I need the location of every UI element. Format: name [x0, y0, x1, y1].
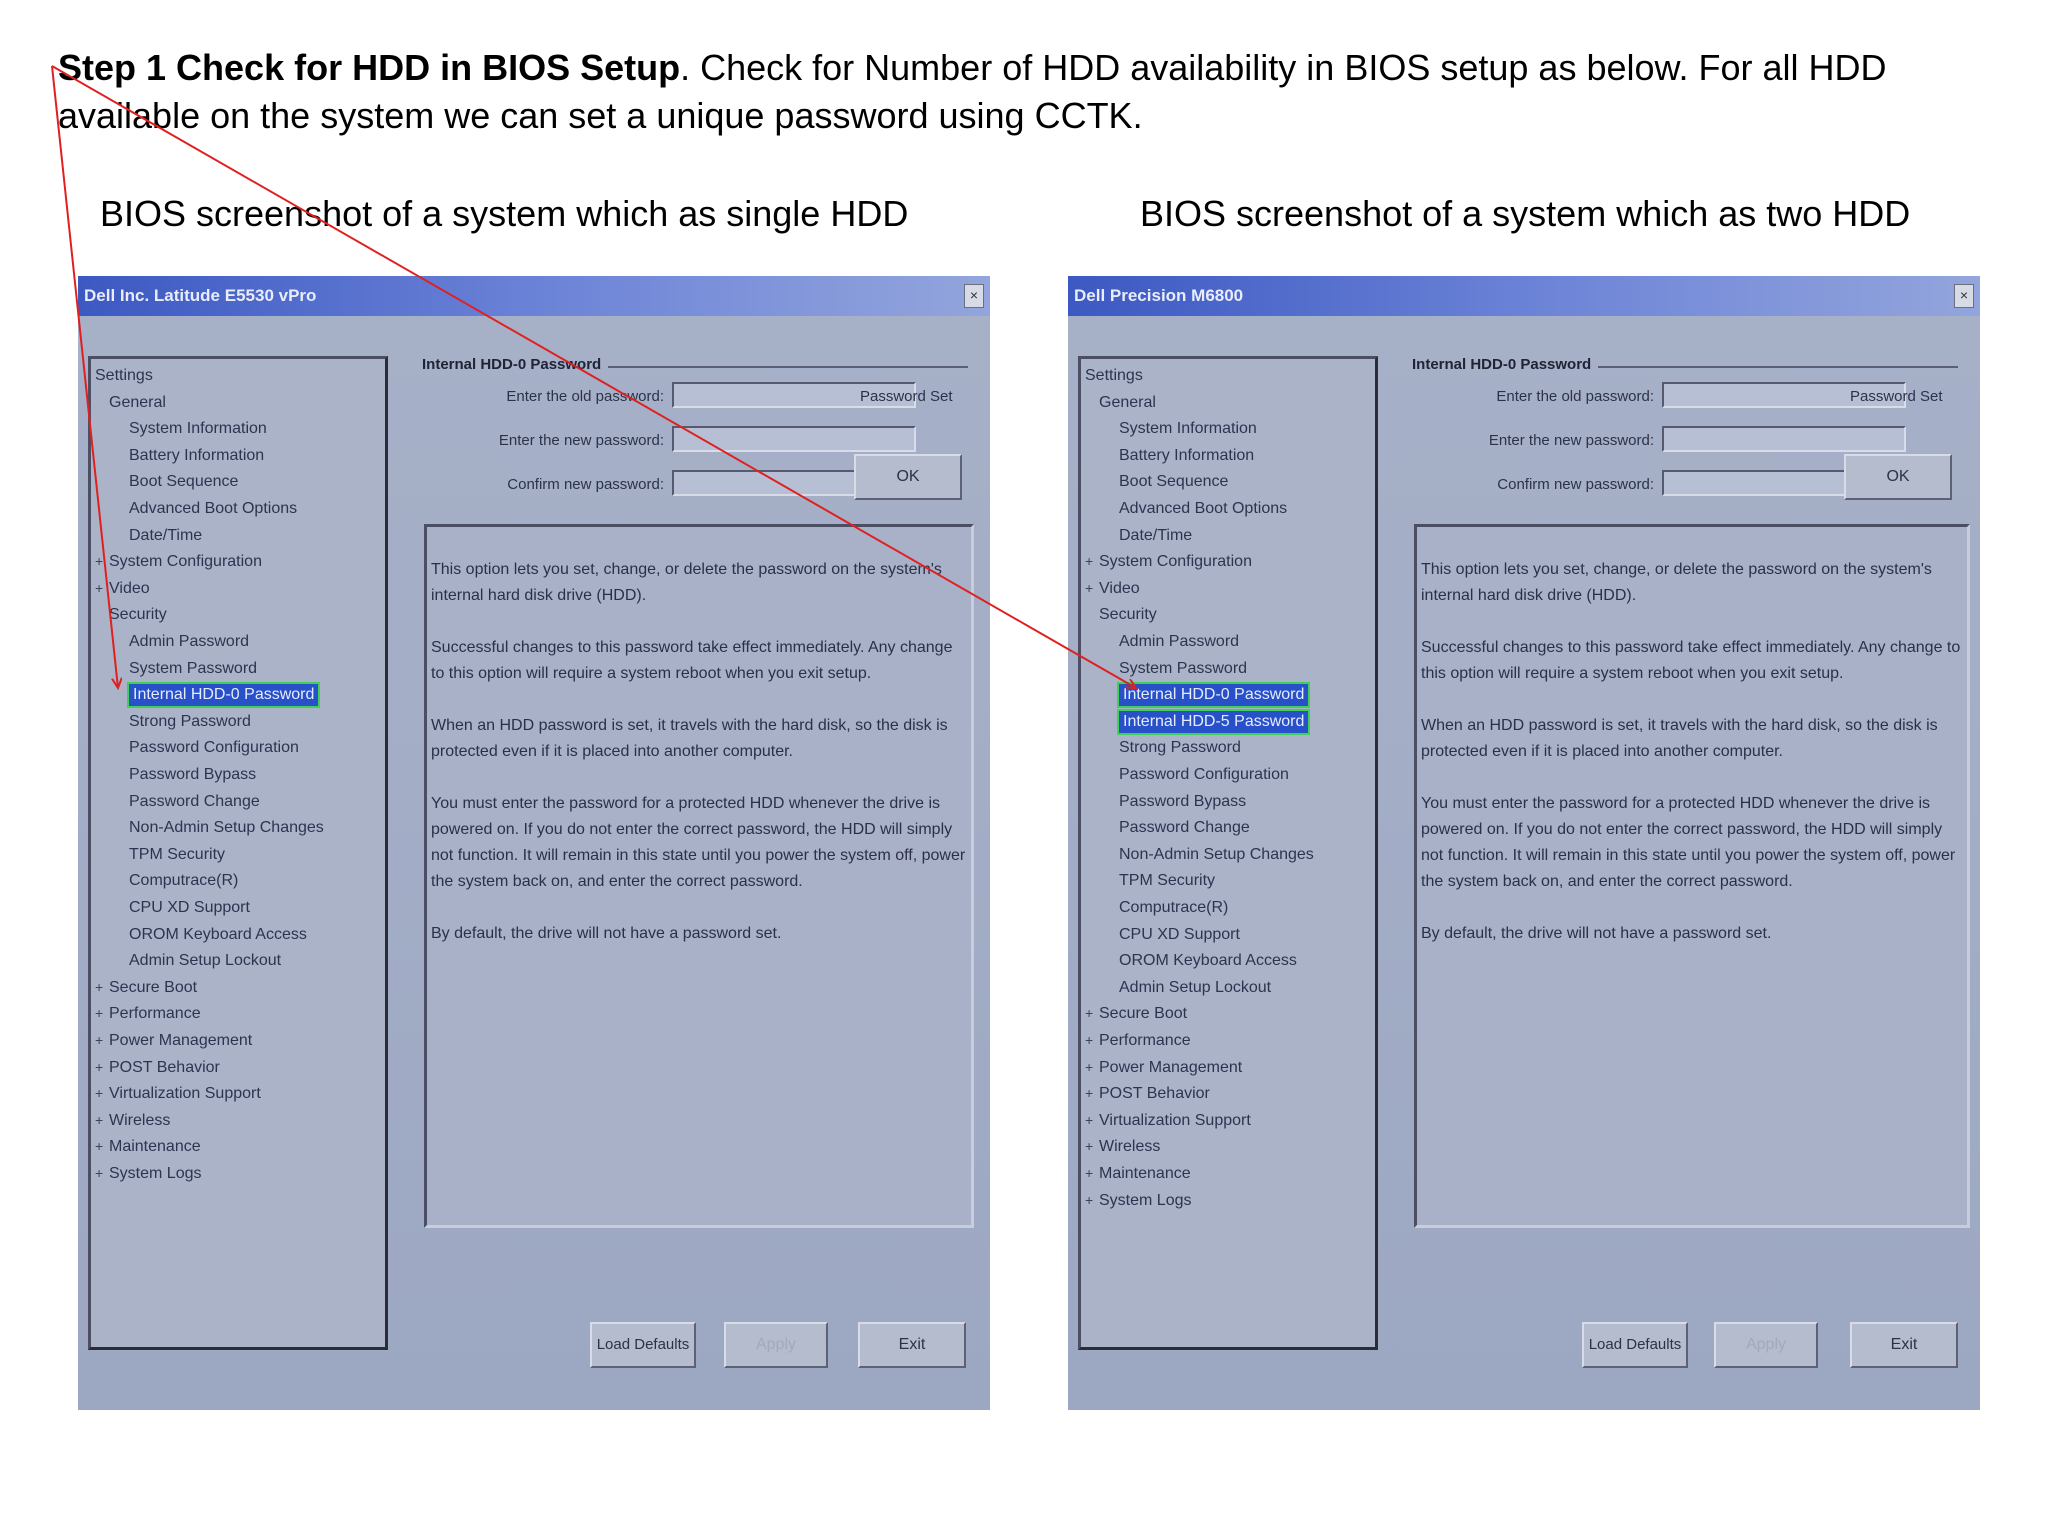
arrow-to-two-hdd	[51, 65, 1136, 688]
annotation-arrows	[51, 65, 2048, 1536]
arrow-to-single-hdd	[51, 65, 118, 688]
